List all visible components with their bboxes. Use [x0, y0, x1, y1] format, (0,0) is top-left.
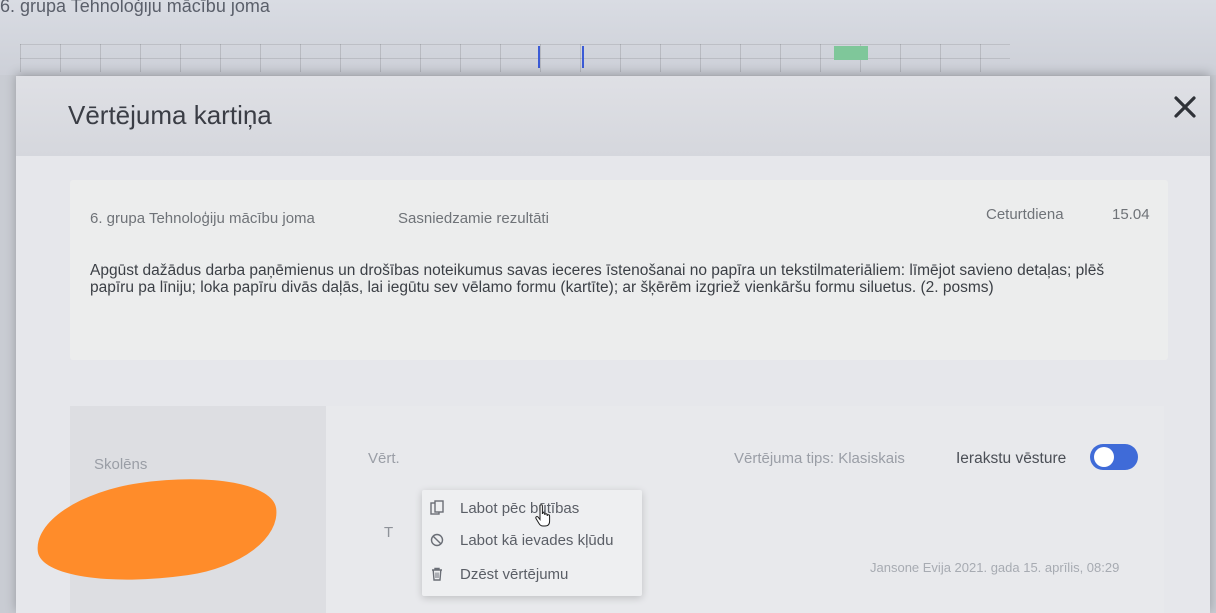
menu-item-delete-grade[interactable]: Dzēst vērtējumu	[422, 560, 642, 590]
learning-outcome-description: Apgūst dažādus darba paņēmienus un drošī…	[90, 262, 1105, 296]
edit-copy-icon	[430, 500, 444, 515]
grade-type-label: Vērtējuma tips: Klasiskais	[734, 450, 905, 467]
close-button[interactable]	[1168, 90, 1202, 124]
lesson-date: 15.04	[1112, 206, 1150, 223]
audit-info: Jansone Evija 2021. gada 15. aprīlis, 08…	[870, 560, 1120, 575]
background-page-title: 6. grupa Tehnoloģiju mācību joma	[0, 0, 270, 16]
menu-item-label: Labot kā ievades kļūdu	[460, 532, 614, 549]
modal-header: Vērtējuma kartiņa	[16, 76, 1210, 156]
menu-item-edit-input-error[interactable]: Labot kā ievades kļūdu	[422, 526, 642, 556]
menu-item-edit-substance[interactable]: Labot pēc būtības	[422, 494, 642, 524]
trash-icon	[432, 567, 442, 581]
background-marker	[538, 46, 540, 68]
menu-item-label: Dzēst vērtējumu	[460, 566, 569, 583]
hand-pointer-icon	[535, 504, 551, 527]
background-highlight	[834, 46, 868, 60]
grade-value[interactable]: T	[384, 524, 393, 541]
background-app-header: 6. grupa Tehnoloģiju mācību joma	[0, 0, 1216, 75]
grade-context-menu: Labot pēc būtības Labot kā ievades kļūdu…	[422, 490, 642, 596]
block-icon	[430, 533, 444, 547]
toggle-knob	[1094, 447, 1114, 467]
background-marker	[582, 46, 584, 68]
lesson-info-card: 6. grupa Tehnoloģiju mācību joma Sasnied…	[70, 180, 1168, 360]
history-toggle[interactable]	[1090, 444, 1138, 470]
close-icon	[1174, 96, 1196, 118]
group-subject: 6. grupa Tehnoloģiju mācību joma	[90, 210, 315, 227]
history-label: Ierakstu vēsture	[956, 450, 1067, 467]
results-label: Sasniedzamie rezultāti	[398, 210, 549, 227]
menu-item-label: Labot pēc būtības	[460, 500, 580, 517]
student-header: Skolēns	[94, 456, 148, 473]
modal-title: Vērtējuma kartiņa	[68, 100, 272, 130]
grade-header: Vērt.	[368, 450, 400, 467]
lesson-day: Ceturtdiena	[986, 206, 1064, 223]
